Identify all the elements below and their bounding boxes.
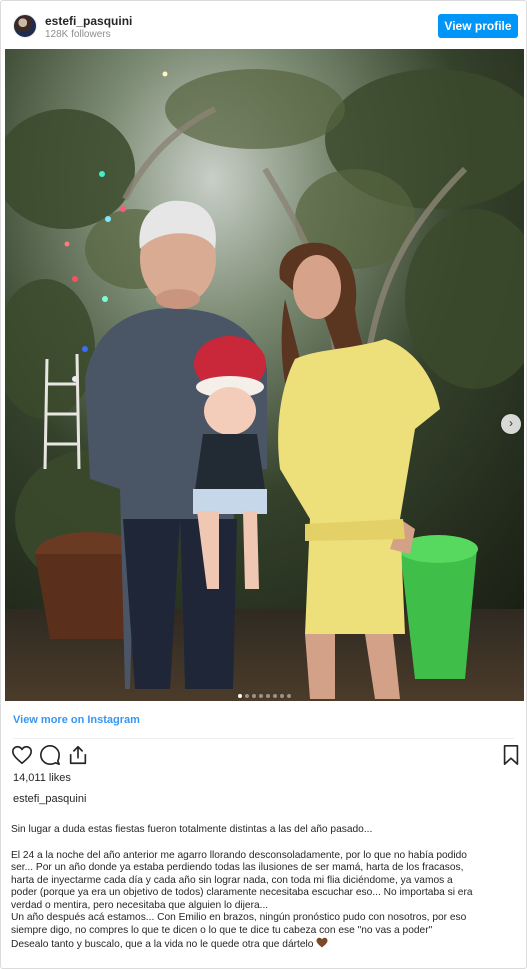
caption-line: poder (porque ya era un objetivo de todo… bbox=[11, 887, 473, 898]
photo-image bbox=[5, 49, 524, 701]
caption-line-last: Desealo tanto y buscalo, que a la vida n… bbox=[11, 937, 521, 952]
carousel-dot bbox=[287, 694, 291, 698]
carousel-dot bbox=[280, 694, 284, 698]
carousel-dot bbox=[266, 694, 270, 698]
caption-line: Sin lugar a duda estas fiestas fueron to… bbox=[11, 824, 373, 835]
chevron-right-icon: › bbox=[509, 416, 513, 430]
caption-line: verdad o mentira, pero necesitaba que al… bbox=[11, 899, 269, 911]
caption-line: ser... Por un año donde ya estaba perdie… bbox=[11, 862, 464, 873]
caption-line: Un año después acá estamos... Con Emilio… bbox=[11, 912, 467, 923]
post-actions bbox=[1, 744, 526, 768]
post-header: estefi_pasquini 128K followers View prof… bbox=[1, 1, 526, 49]
carousel-dot bbox=[273, 694, 277, 698]
instagram-embed: estefi_pasquini 128K followers View prof… bbox=[0, 0, 527, 969]
post-photo[interactable]: › bbox=[5, 49, 524, 701]
followers-count: 128K followers bbox=[45, 29, 111, 40]
carousel-dot bbox=[252, 694, 256, 698]
header-username[interactable]: estefi_pasquini bbox=[45, 14, 132, 28]
carousel-dot bbox=[238, 694, 242, 698]
caption-username[interactable]: estefi_pasquini bbox=[13, 793, 86, 805]
caption-line: siempre digo, no compres lo que te dicen… bbox=[11, 924, 433, 936]
avatar[interactable] bbox=[13, 14, 37, 38]
caption-line: harta de inyectarme cada día y cada año … bbox=[11, 874, 453, 886]
bookmark-icon[interactable] bbox=[500, 744, 522, 766]
next-slide-button[interactable]: › bbox=[501, 414, 521, 434]
comment-icon[interactable] bbox=[39, 744, 61, 766]
carousel-dot bbox=[245, 694, 249, 698]
carousel-dots bbox=[5, 685, 524, 698]
view-more-link[interactable]: View more on Instagram bbox=[13, 714, 140, 726]
caption-line: El 24 a la noche del año anterior me aga… bbox=[11, 849, 467, 861]
divider bbox=[13, 738, 514, 739]
caption-line: Desealo tanto y buscalo, que a la vida n… bbox=[11, 939, 314, 950]
heart-icon[interactable] bbox=[11, 744, 33, 766]
brown-heart-icon bbox=[316, 937, 328, 948]
share-icon[interactable] bbox=[67, 744, 89, 766]
caption-text: Sin lugar a duda estas fiestas fueron to… bbox=[11, 824, 521, 952]
likes-count: 14,011 likes bbox=[13, 772, 71, 784]
view-profile-button[interactable]: View profile bbox=[438, 14, 518, 38]
carousel-dot bbox=[259, 694, 263, 698]
